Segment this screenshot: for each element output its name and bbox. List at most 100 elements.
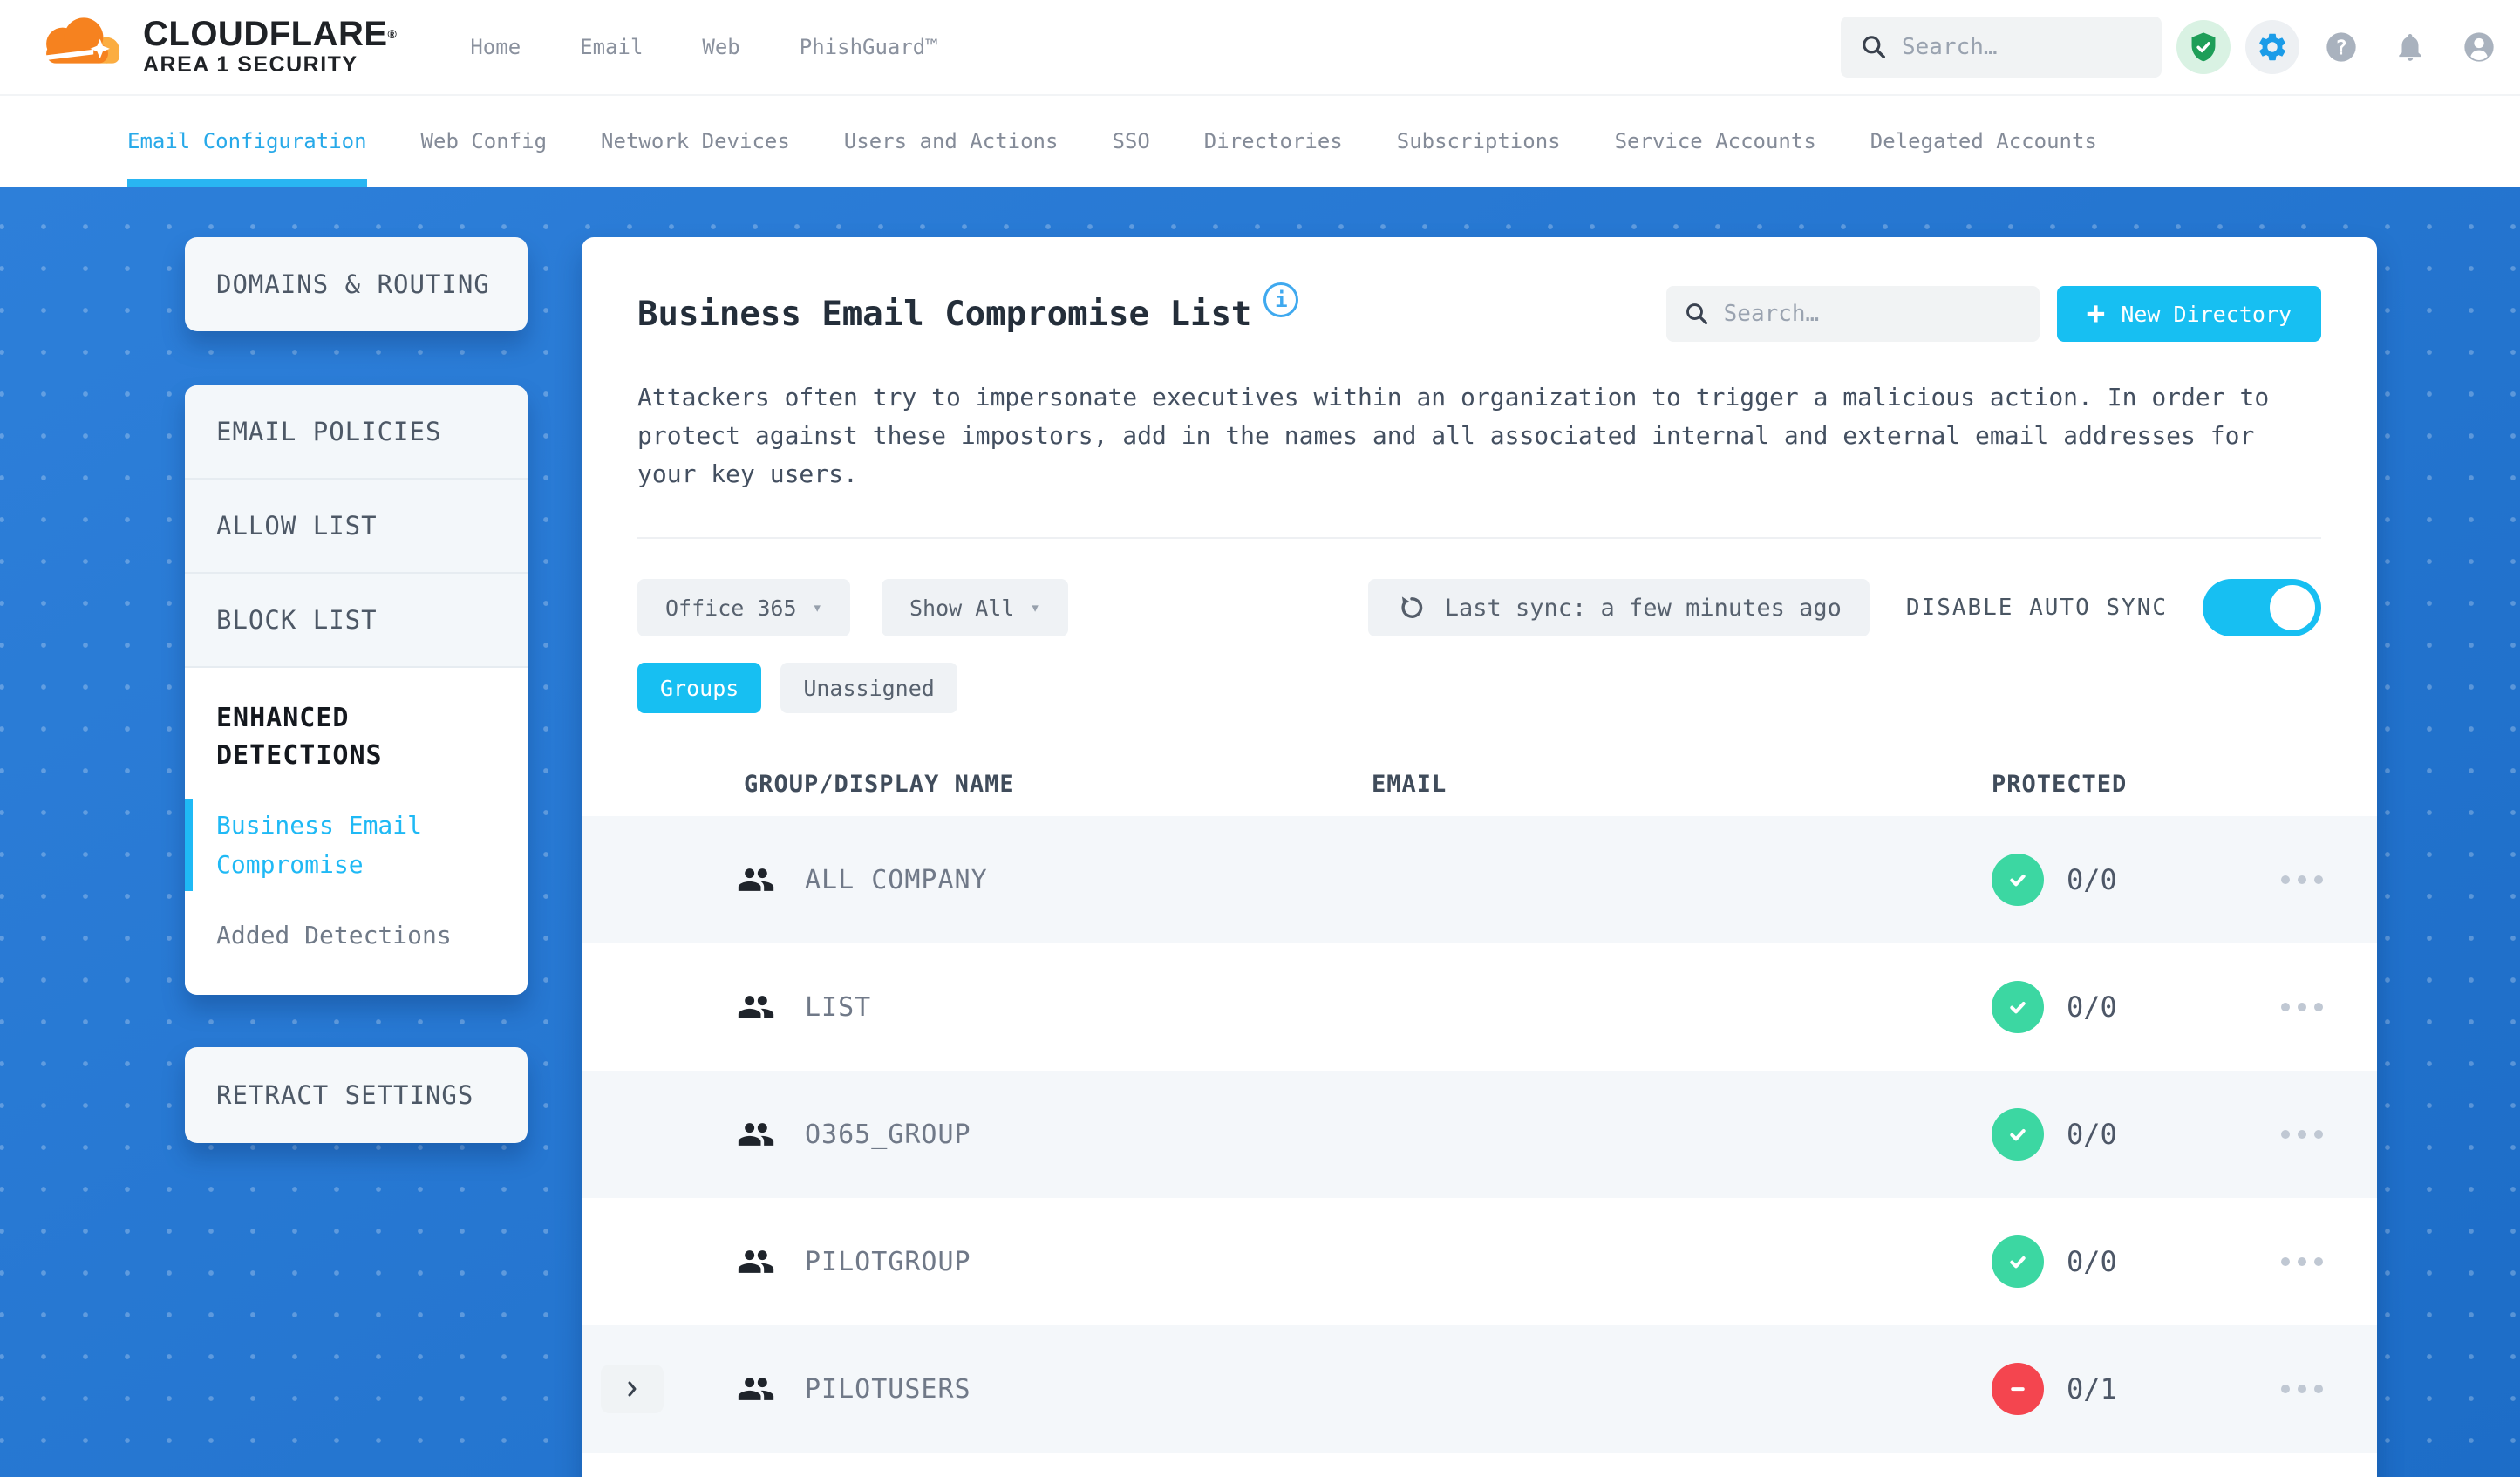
search-icon	[1686, 303, 1707, 325]
top-nav-phishguard[interactable]: PhishGuard™	[800, 35, 938, 59]
bell-icon	[2399, 33, 2421, 61]
protected-count: 0/0	[2067, 1245, 2117, 1278]
security-status-button[interactable]	[2176, 20, 2231, 74]
dropdown-value: Office 365	[665, 595, 797, 621]
sidebar-item-block-list[interactable]: BLOCK LIST	[185, 574, 528, 668]
notifications-button[interactable]	[2383, 20, 2437, 74]
tab-sso[interactable]: SSO	[1112, 96, 1149, 187]
row-actions-menu[interactable]	[2272, 1245, 2332, 1278]
svg-text:?: ?	[2335, 35, 2347, 59]
sidebar: DOMAINS & ROUTING EMAIL POLICIES ALLOW L…	[185, 237, 528, 1477]
caret-down-icon: ▾	[812, 598, 822, 617]
gear-icon	[2259, 33, 2285, 61]
section-nav: Email Configuration Web Config Network D…	[0, 96, 2520, 187]
protected-count: 0/0	[2067, 863, 2117, 896]
group-icon	[737, 1242, 775, 1281]
registered-mark: ®	[387, 27, 398, 41]
page: CLOUDFLARE® AREA 1 SECURITY Home Email W…	[0, 0, 2520, 1477]
sidebar-item-allow-list[interactable]: ALLOW LIST	[185, 480, 528, 574]
top-nav-email[interactable]: Email	[580, 35, 643, 59]
column-header-group-display-name: GROUP/DISPLAY NAME	[744, 770, 1015, 798]
toggle-knob	[2270, 585, 2315, 630]
column-header-protected: PROTECTED	[1992, 770, 2128, 798]
expand-row-button[interactable]	[601, 1365, 664, 1413]
tab-service-accounts[interactable]: Service Accounts	[1615, 96, 1816, 187]
protected-check-icon	[1992, 1108, 2044, 1160]
auto-sync-toggle[interactable]	[2203, 579, 2321, 636]
group-icon	[737, 988, 775, 1026]
new-directory-label: New Directory	[2121, 301, 2292, 327]
sidebar-item-email-policies[interactable]: EMAIL POLICIES	[185, 385, 528, 480]
help-button[interactable]: ?	[2314, 20, 2368, 74]
refresh-icon	[1401, 596, 1422, 618]
protected-count: 0/0	[2067, 990, 2117, 1024]
new-directory-button[interactable]: + New Directory	[2056, 286, 2321, 342]
last-sync-label: Last sync: a few minutes ago	[1444, 594, 1842, 622]
cloudflare-cloud-icon	[39, 17, 120, 64]
info-icon[interactable]: i	[1263, 282, 1299, 317]
divider	[637, 537, 2321, 539]
last-sync-button[interactable]: Last sync: a few minutes ago	[1367, 579, 1870, 636]
group-name: O365_GROUP	[805, 1119, 971, 1150]
sidebar-item-domains-routing[interactable]: DOMAINS & ROUTING	[185, 237, 528, 331]
column-header-email: EMAIL	[1372, 770, 1447, 798]
tab-web-config[interactable]: Web Config	[421, 96, 548, 187]
directory-search-input[interactable]	[1723, 301, 2022, 327]
account-button[interactable]	[2452, 20, 2506, 74]
tab-unassigned[interactable]: Unassigned	[780, 663, 957, 713]
sidebar-item-label: RETRACT SETTINGS	[216, 1080, 474, 1110]
settings-button[interactable]	[2245, 20, 2299, 74]
directory-search[interactable]	[1665, 286, 2040, 342]
shield-check-icon	[2191, 32, 2216, 62]
protected-count: 0/1	[2067, 1372, 2117, 1406]
table-header: GROUP/DISPLAY NAME EMAIL PROTECTED	[582, 752, 2377, 816]
dropdown-value: Show All	[909, 595, 1015, 621]
group-name: ALL COMPANY	[805, 864, 988, 895]
table-row: O365_GROUP 0/0	[582, 1071, 2377, 1198]
cloudflare-logo[interactable]: CLOUDFLARE® AREA 1 SECURITY	[35, 12, 397, 82]
tab-groups[interactable]: Groups	[637, 663, 762, 713]
help-icon: ?	[2326, 32, 2356, 62]
page-title: Business Email Compromise List	[637, 294, 1252, 334]
user-icon	[2464, 32, 2494, 62]
global-search-input[interactable]	[1902, 34, 2142, 60]
row-actions-menu[interactable]	[2272, 863, 2332, 896]
search-icon	[1863, 36, 1885, 58]
group-name: PILOTGROUP	[805, 1246, 971, 1277]
table-row: PILOTUSERS 0/1	[582, 1325, 2377, 1453]
show-filter-dropdown[interactable]: Show All ▾	[881, 579, 1068, 636]
sidebar-item-enhanced-detections[interactable]: ENHANCED DETECTIONS	[216, 699, 496, 774]
top-nav: Home Email Web PhishGuard™	[470, 35, 937, 59]
brand-subtitle: AREA 1 SECURITY	[143, 52, 358, 77]
global-search[interactable]	[1841, 17, 2162, 78]
workspace: DOMAINS & ROUTING EMAIL POLICIES ALLOW L…	[0, 187, 2520, 1477]
top-nav-web[interactable]: Web	[702, 35, 739, 59]
brand-name: CLOUDFLARE®	[143, 15, 398, 53]
table-row: PILOTGROUP 0/0	[582, 1198, 2377, 1325]
chevron-right-icon	[628, 1381, 637, 1397]
tab-delegated-accounts[interactable]: Delegated Accounts	[1870, 96, 2097, 187]
caret-down-icon: ▾	[1030, 598, 1040, 617]
tab-directories[interactable]: Directories	[1204, 96, 1343, 187]
group-icon	[737, 861, 775, 899]
sidebar-policies-card: EMAIL POLICIES ALLOW LIST BLOCK LIST ENH…	[185, 385, 528, 995]
row-actions-menu[interactable]	[2272, 1118, 2332, 1151]
sidebar-item-added-detections[interactable]: Added Detections	[216, 915, 496, 955]
tab-email-configuration[interactable]: Email Configuration	[127, 96, 367, 187]
group-name: PILOTUSERS	[805, 1373, 971, 1405]
top-nav-home[interactable]: Home	[470, 35, 521, 59]
tab-subscriptions[interactable]: Subscriptions	[1397, 96, 1561, 187]
directory-type-dropdown[interactable]: Office 365 ▾	[637, 579, 850, 636]
protected-check-icon	[1992, 981, 2044, 1033]
protected-count: 0/0	[2067, 1118, 2117, 1151]
row-actions-menu[interactable]	[2272, 1372, 2332, 1406]
tab-users-and-actions[interactable]: Users and Actions	[844, 96, 1059, 187]
panel-header: Business Email Compromise List i + New D…	[637, 237, 2321, 342]
sidebar-item-label: DOMAINS & ROUTING	[216, 269, 490, 299]
sidebar-item-retract-settings[interactable]: RETRACT SETTINGS	[185, 1047, 528, 1143]
group-icon	[737, 1370, 775, 1408]
sidebar-item-business-email-compromise[interactable]: Business Email Compromise	[185, 799, 496, 891]
tab-network-devices[interactable]: Network Devices	[601, 96, 790, 187]
row-actions-menu[interactable]	[2272, 990, 2332, 1024]
group-icon	[737, 1115, 775, 1154]
